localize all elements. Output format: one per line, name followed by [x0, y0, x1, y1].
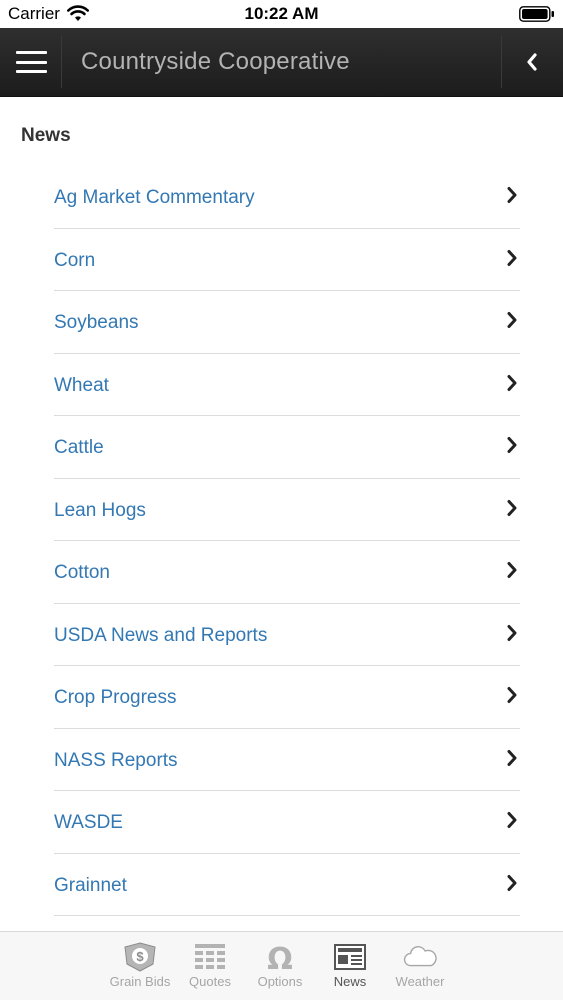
list-item[interactable]: Lean Hogs: [54, 479, 520, 541]
tab-list: $ Grain Bids Quotes Ω Options News Weath…: [105, 932, 455, 1000]
tab-label: News: [333, 974, 367, 989]
list-item-label: NASS Reports: [54, 749, 178, 771]
chevron-right-icon: [507, 874, 517, 891]
list-item-label: Lean Hogs: [54, 499, 146, 521]
list-item[interactable]: WASDE: [54, 791, 520, 854]
chevron-right-icon: [507, 624, 517, 641]
chevron-right-icon: [507, 562, 517, 578]
chevron-right-icon: [507, 437, 517, 453]
menu-button[interactable]: [0, 28, 62, 96]
list-item[interactable]: Wheat: [54, 354, 520, 416]
news-list: Ag Market Commentary Corn Soybeans Wheat…: [54, 166, 520, 916]
chevron-right-icon: [507, 187, 517, 203]
list-item[interactable]: Soybeans: [54, 291, 520, 354]
tab-bar: $ Grain Bids Quotes Ω Options News Weath…: [0, 931, 563, 1000]
list-item-label: Ag Market Commentary: [54, 187, 255, 208]
list-item[interactable]: Corn: [54, 229, 520, 291]
tab-label: Grain Bids: [109, 974, 171, 989]
chevron-right-icon: [507, 249, 517, 266]
app-screen: Carrier 10:22 AM Countryside Cooperative: [0, 0, 563, 1000]
chevron-left-icon: [527, 53, 537, 71]
hamburger-icon: [15, 51, 47, 73]
tab-weather[interactable]: Weather: [385, 932, 455, 1000]
news-content: News Ag Market Commentary Corn Soybeans …: [0, 97, 563, 931]
tab-label: Weather: [395, 974, 445, 989]
table-grid-icon: [195, 944, 225, 969]
chevron-right-icon: [507, 812, 517, 828]
tab-options[interactable]: Ω Options: [245, 932, 315, 1000]
chevron-right-icon: [507, 499, 517, 516]
omega-icon: Ω: [267, 942, 293, 972]
list-item[interactable]: USDA News and Reports: [54, 604, 520, 666]
chevron-right-icon: [507, 312, 517, 328]
list-item-label: Grainnet: [54, 874, 127, 896]
list-item-label: Cotton: [54, 562, 110, 583]
app-title: Countryside Cooperative: [81, 48, 350, 75]
tab-label: Quotes: [189, 974, 231, 989]
chevron-right-icon: [507, 374, 517, 391]
chevron-right-icon: [507, 749, 517, 766]
list-item-label: USDA News and Reports: [54, 624, 268, 646]
list-item-label: Cattle: [54, 437, 104, 458]
list-item-label: Corn: [54, 249, 96, 271]
svg-text:$: $: [136, 949, 144, 964]
clock-time: 10:22 AM: [244, 4, 319, 23]
svg-text:Ω: Ω: [267, 942, 293, 972]
list-item[interactable]: NASS Reports: [54, 729, 520, 791]
nav-bar: Countryside Cooperative: [0, 28, 563, 97]
newspaper-icon: [334, 944, 366, 970]
cloud-icon: [403, 946, 437, 967]
list-item[interactable]: Cattle: [54, 416, 520, 479]
chevron-right-icon: [507, 687, 517, 703]
nav-divider: [61, 36, 62, 88]
tab-grain-bids[interactable]: $ Grain Bids: [105, 932, 175, 1000]
status-bar: Carrier 10:22 AM: [0, 0, 563, 28]
dollar-badge-icon: $: [124, 942, 156, 972]
tab-news[interactable]: News: [315, 932, 385, 1000]
list-item-label: Soybeans: [54, 312, 139, 333]
tab-label: Options: [257, 974, 303, 989]
list-item-label: Crop Progress: [54, 687, 177, 708]
list-item[interactable]: Grainnet: [54, 854, 520, 916]
back-button[interactable]: [501, 28, 563, 96]
tab-quotes[interactable]: Quotes: [175, 932, 245, 1000]
list-item-label: WASDE: [54, 812, 123, 833]
list-item[interactable]: Crop Progress: [54, 666, 520, 729]
battery-icon: [519, 6, 554, 22]
list-item[interactable]: Ag Market Commentary: [54, 166, 520, 229]
page-title: News: [21, 125, 71, 146]
list-item[interactable]: Cotton: [54, 541, 520, 604]
list-item-label: Wheat: [54, 374, 109, 396]
